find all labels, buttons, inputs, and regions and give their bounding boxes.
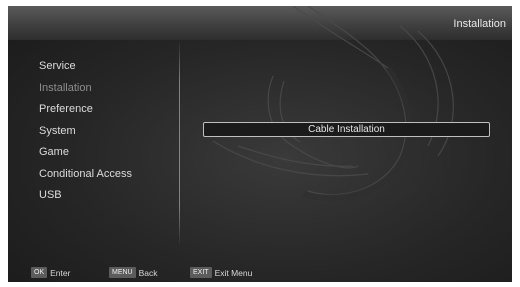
cable-installation-option[interactable]: Cable Installation [203,122,490,137]
menu-item-preference[interactable]: Preference [39,99,132,121]
footer-hints: OK Enter MENU Back EXIT Exit Menu [8,267,512,281]
hint-back: MENU Back [109,267,158,278]
exit-key-badge: EXIT [190,267,212,278]
hint-exit-label: Exit Menu [214,267,253,278]
menu-item-conditional-access[interactable]: Conditional Access [39,164,132,186]
menu-item-installation[interactable]: Installation [39,78,132,100]
hint-back-label: Back [138,267,158,278]
tv-screen: Installation Service Installation Prefer… [8,6,512,282]
hint-enter-label: Enter [50,267,71,278]
menu-item-service[interactable]: Service [39,56,132,78]
menu-item-game[interactable]: Game [39,142,132,164]
hint-enter: OK Enter [31,267,70,278]
menu-key-badge: MENU [109,267,136,278]
menu-item-usb[interactable]: USB [39,185,132,207]
menu-item-system[interactable]: System [39,121,132,143]
page-title: Installation [453,18,506,30]
header-band [8,6,512,40]
ok-key-badge: OK [31,267,48,278]
menu-divider [179,40,180,246]
main-menu: Service Installation Preference System G… [39,56,132,207]
hint-exit: EXIT Exit Menu [190,267,252,278]
